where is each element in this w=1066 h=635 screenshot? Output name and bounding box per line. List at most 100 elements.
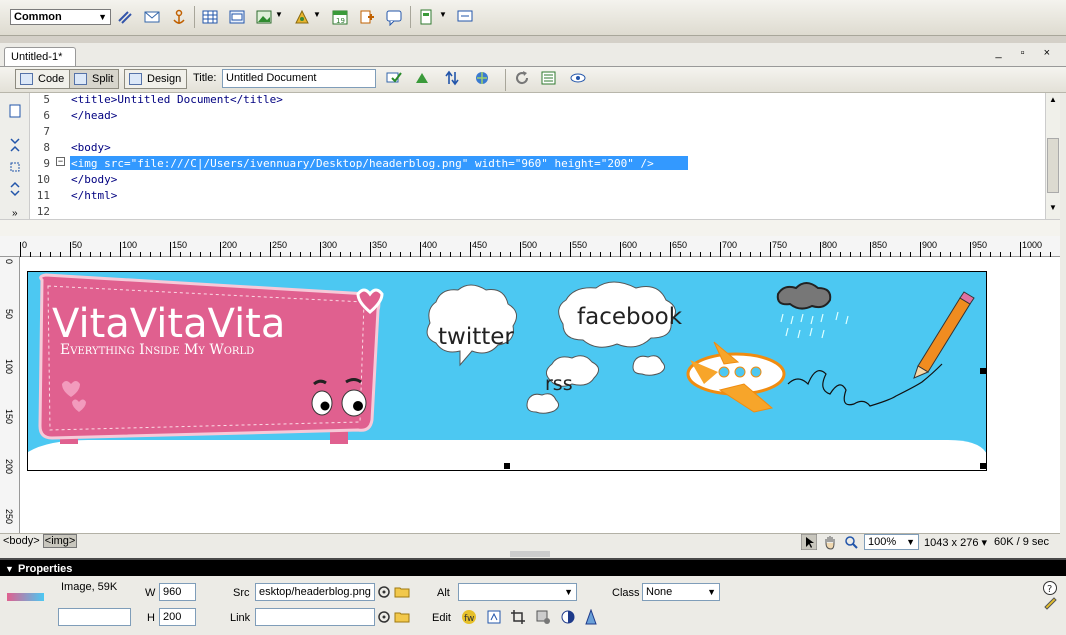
resize-handle-right[interactable] — [980, 368, 986, 374]
ruler-label: 350 — [372, 240, 388, 250]
scroll-up-icon[interactable]: ▲ — [1049, 95, 1057, 104]
line-number: 9 — [43, 157, 50, 170]
comment-icon[interactable] — [385, 8, 403, 26]
quick-tag-editor-icon[interactable] — [1042, 594, 1058, 610]
code-line[interactable]: </body> — [71, 173, 117, 186]
ruler-label: 0 — [22, 240, 28, 250]
resize-handle-bottom[interactable] — [504, 463, 510, 469]
window-size[interactable]: 1043 x 276 ▾ — [924, 536, 987, 549]
collapse-selection-icon[interactable] — [7, 159, 23, 175]
class-value: None — [646, 586, 673, 598]
resample-icon[interactable] — [535, 609, 551, 625]
properties-header[interactable]: ▼ Properties — [0, 558, 1066, 576]
design-view-button[interactable]: Design — [124, 69, 188, 89]
browse-folder-icon[interactable] — [394, 609, 410, 625]
ruler-tick — [520, 242, 521, 257]
server-include-icon[interactable] — [358, 8, 376, 26]
code-line[interactable]: </html> — [71, 189, 117, 202]
chevron-down-icon[interactable]: ▼ — [313, 10, 321, 19]
ruler-tick — [1020, 242, 1021, 257]
height-input[interactable]: 200 — [159, 608, 196, 626]
named-anchor-icon[interactable] — [170, 8, 188, 26]
zoom-select[interactable]: 100% ▼ — [864, 534, 919, 550]
code-line[interactable]: </head> — [71, 109, 117, 122]
ruler-label: 200 — [222, 240, 238, 250]
src-input[interactable]: esktop/headerblog.png — [255, 583, 375, 601]
panel-splitter[interactable] — [510, 551, 550, 557]
class-select[interactable]: None ▼ — [642, 583, 720, 601]
tag-img[interactable]: <img> — [42, 534, 78, 548]
code-line[interactable]: <title>Untitled Document</title> — [71, 93, 283, 106]
scroll-down-icon[interactable]: ▼ — [1049, 203, 1057, 212]
table-icon[interactable] — [201, 8, 219, 26]
svg-text:fw: fw — [464, 614, 474, 624]
crop-icon[interactable] — [510, 609, 526, 625]
scrollbar-thumb[interactable] — [1047, 138, 1059, 193]
code-line[interactable]: <body> — [71, 141, 111, 154]
height-label: H — [147, 612, 155, 624]
browse-folder-icon[interactable] — [394, 584, 410, 600]
code-line[interactable]: <img src="file:///C|/Users/ivennuary/Des… — [71, 157, 654, 170]
email-link-icon[interactable] — [143, 8, 161, 26]
validate-icon[interactable] — [386, 70, 402, 86]
edit-image-settings-icon[interactable] — [486, 609, 502, 625]
code-view-button[interactable]: Code — [15, 69, 71, 89]
fold-collapse-icon[interactable]: − — [56, 157, 65, 166]
expand-all-icon[interactable] — [7, 181, 23, 197]
code-vertical-scrollbar[interactable]: ▲ ▼ — [1045, 93, 1060, 219]
toolbar-separator — [505, 69, 506, 91]
code-hscroll[interactable] — [0, 219, 1060, 236]
refresh-icon[interactable] — [514, 70, 530, 86]
file-management-icon[interactable] — [444, 70, 460, 86]
line-number: 5 — [43, 93, 50, 106]
visual-aids-icon[interactable] — [570, 70, 586, 86]
images-icon[interactable] — [255, 8, 273, 26]
zoom-tool-icon[interactable] — [843, 534, 859, 550]
view-options-icon[interactable] — [541, 70, 557, 86]
point-to-file-icon[interactable] — [376, 609, 392, 625]
toolbar-separator — [410, 6, 411, 28]
chevron-down-icon: ▼ — [564, 587, 573, 597]
chevron-down-icon[interactable]: ▼ — [439, 10, 447, 19]
ruler-tick — [470, 242, 471, 257]
sharpen-icon[interactable] — [583, 609, 599, 625]
ruler-label: 100 — [122, 240, 138, 250]
templates-icon[interactable] — [418, 8, 436, 26]
link-label: Link — [230, 612, 251, 624]
brightness-contrast-icon[interactable] — [560, 609, 576, 625]
image-id-input[interactable] — [58, 608, 131, 626]
image-thumbnail — [7, 593, 44, 601]
split-view-button[interactable]: Split — [69, 69, 120, 89]
tag-body[interactable]: <body> — [3, 535, 40, 547]
window-controls[interactable]: _ ▫ × — [995, 47, 1058, 59]
date-icon[interactable]: 19 — [331, 8, 349, 26]
toolbar-separator — [194, 6, 195, 28]
document-tab[interactable]: Untitled-1* — [4, 47, 76, 67]
ruler-tick — [620, 242, 621, 257]
hand-tool-icon[interactable] — [822, 534, 838, 550]
more-tools-icon[interactable]: » — [12, 208, 18, 219]
open-documents-icon[interactable] — [7, 103, 23, 119]
design-view-label: Design — [147, 73, 182, 85]
preview-browser-icon[interactable] — [474, 70, 490, 86]
header-image[interactable]: twitter facebook rss VitaVitaVita Everyt… — [27, 271, 987, 471]
tag-chooser-icon[interactable] — [456, 8, 474, 26]
point-to-file-icon[interactable] — [376, 584, 392, 600]
collapse-tag-icon[interactable] — [7, 137, 23, 153]
insert-category-select[interactable]: Common ▼ — [10, 9, 111, 25]
chevron-down-icon[interactable]: ▼ — [275, 10, 283, 19]
div-icon[interactable] — [228, 8, 246, 26]
resize-handle-corner[interactable] — [980, 463, 986, 469]
browser-compat-icon[interactable] — [414, 70, 430, 86]
header-image-art: twitter facebook rss VitaVitaVita Everyt… — [28, 272, 986, 470]
width-input[interactable]: 960 — [159, 583, 196, 601]
select-tool-icon[interactable] — [801, 534, 817, 550]
link-input[interactable] — [255, 608, 375, 626]
title-input[interactable]: Untitled Document — [222, 69, 376, 88]
media-icon[interactable] — [293, 8, 311, 26]
hyperlink-icon[interactable] — [116, 8, 134, 26]
ruler-label: 650 — [672, 240, 688, 250]
edit-fireworks-icon[interactable]: fw — [461, 609, 477, 625]
line-number: 10 — [36, 173, 50, 186]
alt-select[interactable]: ▼ — [458, 583, 577, 601]
